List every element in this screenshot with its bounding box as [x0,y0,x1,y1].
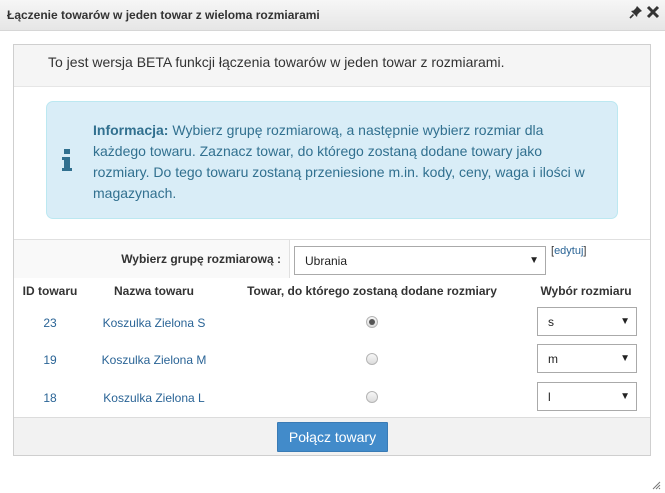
size-select[interactable]: l ▼ [537,382,637,411]
chevron-down-icon: ▼ [620,353,630,364]
table-header: ID towaru Nazwa towaru Towar, do którego… [14,278,650,304]
chevron-down-icon: ▼ [529,255,539,266]
product-name[interactable]: Koszulka Zielona M [86,353,222,367]
dialog-titlebar[interactable]: Łączenie towarów w jeden towar z wieloma… [0,0,665,31]
resize-grip-icon[interactable] [652,481,661,490]
dialog-title: Łączenie towarów w jeden towar z wieloma… [7,8,320,22]
column-header-id: ID towaru [22,284,78,298]
size-group-row: Wybierz grupę rozmiarową : Ubrania ▼ [ed… [14,239,650,278]
target-product-radio[interactable] [366,391,378,403]
beta-notice-bar: To jest wersja BETA funkcji łączenia tow… [14,45,650,87]
close-icon[interactable] [646,5,660,19]
column-header-target: Towar, do którego zostaną dodane rozmiar… [247,284,497,298]
size-select[interactable]: m ▼ [537,344,637,373]
info-text: Informacja: Wybierz grupę rozmiarową, a … [93,120,593,204]
target-product-radio[interactable] [366,353,378,365]
info-icon [62,149,72,171]
column-header-size: Wybór rozmiaru [540,284,632,298]
size-select[interactable]: s ▼ [537,307,637,336]
info-heading: Informacja: [93,122,169,138]
beta-notice: To jest wersja BETA funkcji łączenia tow… [48,54,505,70]
product-name[interactable]: Koszulka Zielona L [86,391,222,405]
table-row: 18 Koszulka Zielona L l ▼ [14,379,650,417]
size-value: m [548,352,558,366]
merge-panel: To jest wersja BETA funkcji łączenia tow… [13,44,651,456]
product-id[interactable]: 23 [14,316,86,330]
table-row: 19 Koszulka Zielona M m ▼ [14,341,650,379]
target-product-radio[interactable] [366,316,378,328]
size-group-value: Ubrania [305,254,348,268]
pin-icon[interactable] [629,5,643,19]
size-group-label-cell: Wybierz grupę rozmiarową : [14,240,290,278]
edit-size-group-link[interactable]: edytuj [554,245,583,257]
size-value: s [548,315,554,329]
merge-products-button[interactable]: Połącz towary [277,422,388,452]
chevron-down-icon: ▼ [620,316,630,327]
size-group-edit: [edytuj] [551,245,587,257]
size-group-label: Wybierz grupę rozmiarową : [121,252,281,266]
product-id[interactable]: 19 [14,353,86,367]
chevron-down-icon: ▼ [620,391,630,402]
info-box: Informacja: Wybierz grupę rozmiarową, a … [46,101,618,219]
size-value: l [548,390,551,404]
product-name[interactable]: Koszulka Zielona S [86,316,222,330]
table-row: 23 Koszulka Zielona S s ▼ [14,304,650,342]
column-header-name: Nazwa towaru [113,284,194,298]
product-id[interactable]: 18 [14,391,86,405]
panel-footer: Połącz towary [14,417,650,455]
size-group-select[interactable]: Ubrania ▼ [294,246,546,275]
